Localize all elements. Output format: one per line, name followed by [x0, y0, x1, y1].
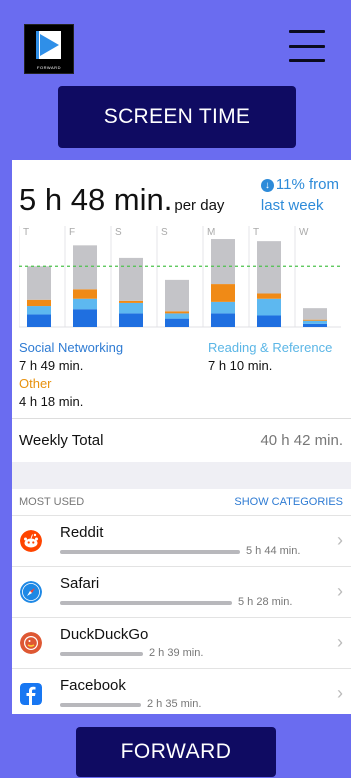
chart-day-label: M	[207, 227, 215, 238]
chart-bar-segment[interactable]	[303, 320, 327, 324]
chevron-right-icon: ›	[337, 632, 343, 652]
screen-time-button[interactable]: SCREEN TIME	[58, 86, 296, 148]
chart-bar-segment[interactable]	[303, 319, 327, 321]
chart-bar-segment[interactable]	[303, 323, 327, 327]
chart-bar-segment[interactable]	[27, 306, 51, 315]
chart-bar-segment[interactable]	[27, 314, 51, 327]
daily-usage-chart[interactable]: TFSSMTW	[19, 226, 341, 331]
usage-bar	[60, 652, 143, 656]
chart-bar-segment[interactable]	[211, 284, 235, 302]
chart-bar-segment[interactable]	[73, 289, 97, 299]
usage-bar	[60, 703, 141, 707]
reddit-icon	[20, 530, 42, 552]
chart-day-label: S	[115, 227, 122, 238]
per-day-label: per day	[174, 197, 225, 214]
chevron-right-icon: ›	[337, 683, 343, 703]
chart-bar-segment[interactable]	[211, 313, 235, 327]
usage-bar	[60, 601, 232, 605]
app-row-facebook[interactable]: Facebook 2 h 35 min. ›	[12, 668, 351, 714]
legend-reading-reference-value: 7 h 10 min.	[208, 358, 273, 373]
app-name: Safari	[60, 575, 100, 592]
app-usage-time: 2 h 39 min.	[149, 647, 204, 659]
app-name: DuckDuckGo	[60, 626, 149, 643]
weekly-change-line1: 11% from	[275, 176, 339, 193]
chevron-right-icon: ›	[337, 530, 343, 550]
screen-time-card: 5 h 48 min. per day ↓ 11% from last week T…	[12, 160, 351, 714]
safari-icon	[20, 581, 42, 603]
logo-text: FORWARD	[37, 65, 61, 70]
chart-bar-segment[interactable]	[119, 257, 143, 301]
chart-bar-segment[interactable]	[165, 279, 189, 312]
app-row-reddit[interactable]: Reddit 5 h 44 min. ›	[12, 515, 351, 566]
chart-bar-segment[interactable]	[257, 293, 281, 299]
show-categories-link[interactable]: SHOW CATEGORIES	[234, 496, 343, 508]
chart-bar-segment[interactable]	[257, 315, 281, 327]
chart-day-label: T	[253, 227, 259, 238]
chart-bar-segment[interactable]	[165, 318, 189, 327]
chart-bar-segment[interactable]	[303, 308, 327, 320]
legend-other-value: 4 h 18 min.	[19, 394, 84, 409]
down-arrow-icon: ↓	[260, 179, 274, 192]
chart-bar-segment[interactable]	[211, 239, 235, 285]
chevron-right-icon: ›	[337, 581, 343, 601]
app-usage-time: 2 h 35 min.	[147, 698, 202, 710]
section-divider	[12, 462, 351, 489]
weekly-total-label: Weekly Total	[19, 432, 104, 449]
chart-bar-segment[interactable]	[165, 311, 189, 314]
chart-bar-segment[interactable]	[211, 301, 235, 314]
facebook-icon	[20, 683, 42, 705]
weekly-total-row: Weekly Total 40 h 42 min.	[12, 418, 351, 462]
app-row-safari[interactable]: Safari 5 h 28 min. ›	[12, 566, 351, 617]
legend-reading-reference: Reading & Reference	[208, 340, 333, 355]
chart-day-label: T	[23, 227, 29, 238]
forward-button[interactable]: FORWARD	[76, 727, 276, 777]
chart-bar-segment[interactable]	[257, 241, 281, 294]
chart-bar-segment[interactable]	[165, 313, 189, 319]
legend-other: Other	[19, 376, 52, 391]
chart-bar-segment[interactable]	[27, 299, 51, 307]
weekly-change: ↓ 11% from last week	[260, 174, 339, 216]
chart-bar-segment[interactable]	[73, 298, 97, 310]
chart-bar-segment[interactable]	[119, 313, 143, 327]
app-usage-time: 5 h 44 min.	[246, 545, 301, 557]
chart-bar-segment[interactable]	[73, 245, 97, 290]
chart-bar-segment[interactable]	[119, 300, 143, 303]
most-used-title: MOST USED	[19, 496, 85, 508]
usage-bar	[60, 550, 240, 554]
weekly-change-line2: last week	[260, 197, 324, 214]
app-name: Facebook	[60, 677, 126, 694]
chart-bar-segment[interactable]	[27, 266, 51, 300]
chart-bar-segment[interactable]	[73, 309, 97, 327]
chart-bar-segment[interactable]	[119, 302, 143, 314]
app-name: Reddit	[60, 524, 104, 541]
legend-social-networking-value: 7 h 49 min.	[19, 358, 84, 373]
most-used-list: Reddit 5 h 44 min. › Safari 5 h 28 min. …	[12, 515, 351, 714]
play-logo-icon	[36, 31, 61, 59]
app-logo: FORWARD	[24, 24, 74, 74]
chart-bar-segment[interactable]	[257, 298, 281, 316]
most-used-header: MOST USED SHOW CATEGORIES	[12, 489, 351, 515]
legend-social-networking: Social Networking	[19, 340, 124, 355]
hamburger-menu-icon[interactable]	[289, 30, 325, 62]
app-usage-time: 5 h 28 min.	[238, 596, 293, 608]
daily-average: 5 h 48 min. per day	[19, 182, 224, 218]
weekly-total-value: 40 h 42 min.	[260, 432, 343, 449]
chart-day-label: W	[299, 227, 309, 238]
summary-section: 5 h 48 min. per day ↓ 11% from last week T…	[12, 160, 351, 428]
chart-day-label: F	[69, 227, 75, 238]
app-row-duckduckgo[interactable]: DuckDuckGo 2 h 39 min. ›	[12, 617, 351, 668]
chart-day-label: S	[161, 227, 168, 238]
duckduckgo-icon	[20, 632, 42, 654]
daily-average-value: 5 h 48 min.	[19, 182, 173, 217]
